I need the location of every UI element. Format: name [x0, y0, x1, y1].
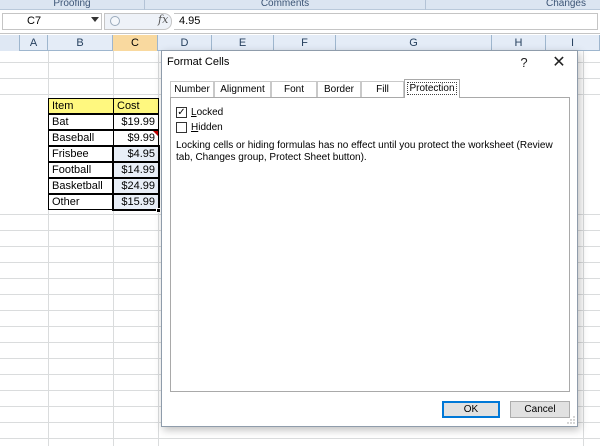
ribbon-group-proofing: Proofing: [53, 0, 91, 9]
tab-border[interactable]: Border: [317, 81, 361, 97]
table-cell-cost[interactable]: $14.99: [113, 162, 159, 178]
select-all-corner[interactable]: [0, 35, 20, 51]
grid-line: [0, 438, 600, 439]
tab-label: Alignment: [220, 84, 265, 95]
table-cell-item[interactable]: Baseball: [48, 130, 114, 146]
table-cell-cost[interactable]: $24.99: [113, 178, 159, 194]
column-headers: A B C D E F G H I: [0, 35, 600, 51]
help-button[interactable]: ?: [514, 53, 534, 73]
comment-indicator-icon: [153, 131, 158, 136]
name-box[interactable]: C7: [2, 13, 102, 30]
tab-label: Number: [174, 84, 210, 95]
locked-checkbox[interactable]: ✓: [176, 107, 187, 118]
locked-label: Locked: [191, 107, 223, 118]
column-header-h[interactable]: H: [492, 35, 546, 51]
table-header-item[interactable]: Item: [48, 98, 114, 114]
tab-label: Border: [323, 84, 354, 95]
tab-alignment[interactable]: Alignment: [214, 81, 271, 97]
formula-input[interactable]: 4.95: [174, 13, 598, 30]
protection-note: Locking cells or hiding formulas has no …: [176, 140, 553, 163]
tab-protection[interactable]: Protection: [404, 79, 460, 98]
column-header-i[interactable]: I: [546, 35, 600, 51]
hidden-checkbox[interactable]: [176, 122, 187, 133]
tab-label: Font: [283, 84, 304, 95]
hidden-label: Hidden: [191, 122, 223, 133]
column-header-a[interactable]: A: [20, 35, 48, 51]
table-cell-item[interactable]: Basketball: [48, 178, 114, 194]
table-cell-cost[interactable]: $19.99: [113, 114, 159, 130]
cancel-button[interactable]: Cancel: [510, 401, 570, 418]
column-header-c[interactable]: C: [113, 35, 158, 51]
tab-fill[interactable]: Fill: [361, 81, 404, 97]
table-cell-cost[interactable]: $4.95: [113, 146, 159, 162]
ribbon-group-comments: Comments: [260, 0, 310, 9]
insert-function-button[interactable]: fx: [158, 13, 168, 26]
ribbon-group-changes: Changes: [545, 0, 586, 9]
table-cell-item[interactable]: Other: [48, 194, 114, 210]
resize-grip-icon[interactable]: [567, 416, 575, 424]
column-header-e[interactable]: E: [212, 35, 274, 51]
ribbon-group-labels: Proofing Comments Changes: [0, 0, 600, 10]
locked-label-text: ocked: [196, 107, 224, 118]
namebox-resize-grip-icon[interactable]: [110, 16, 120, 26]
chevron-down-icon[interactable]: [91, 17, 99, 22]
dialog-title: Format Cells: [167, 56, 230, 68]
table-cell-item[interactable]: Bat: [48, 114, 114, 130]
column-header-b[interactable]: B: [48, 35, 113, 51]
format-cells-dialog: Format Cells ? ✕ Number Alignment Font B…: [161, 50, 578, 427]
column-header-f[interactable]: F: [274, 35, 336, 51]
column-header-d[interactable]: D: [158, 35, 212, 51]
close-button[interactable]: ✕: [547, 53, 571, 73]
formula-bar: C7 fx 4.95: [0, 10, 600, 34]
tab-number[interactable]: Number: [170, 81, 214, 97]
table-cell-item[interactable]: Frisbee: [48, 146, 114, 162]
tab-label: Fill: [376, 84, 389, 95]
hidden-label-text: idden: [198, 122, 223, 133]
column-header-g[interactable]: G: [336, 35, 492, 51]
protection-panel: ✓ Locked Hidden Locking cells or hiding …: [170, 97, 570, 392]
tab-label: Protection: [407, 82, 457, 95]
table-cell-cost[interactable]: $15.99: [113, 194, 159, 210]
ok-button[interactable]: OK: [442, 401, 500, 418]
grid-line: [583, 51, 584, 446]
table-header-cost[interactable]: Cost: [113, 98, 159, 114]
table-cell-item[interactable]: Football: [48, 162, 114, 178]
tab-font[interactable]: Font: [271, 81, 317, 97]
